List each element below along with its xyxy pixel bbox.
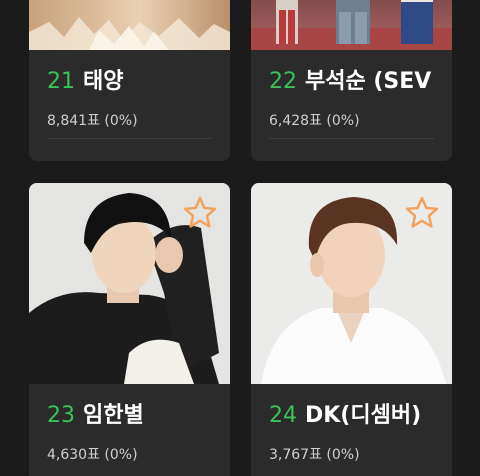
candidate-photo xyxy=(251,183,452,384)
candidate-photo xyxy=(251,0,452,50)
vote-count: 4,630표 (0%) xyxy=(47,447,138,463)
vote-count: 3,767표 (0%) xyxy=(269,447,360,463)
candidate-title: 21 태양 xyxy=(47,68,222,96)
candidate-card-24[interactable]: 24 DK(디셈버) 3,767표 (0%) xyxy=(251,183,452,476)
candidate-name: 부석순 (SEV xyxy=(305,69,432,94)
candidate-name: DK(디셈버) xyxy=(305,403,422,428)
rank-number: 21 xyxy=(47,69,75,94)
candidate-name: 태양 xyxy=(83,69,124,94)
photo-illustration xyxy=(251,0,452,50)
rank-number: 22 xyxy=(269,69,297,94)
rank-number: 23 xyxy=(47,403,75,428)
vote-ranking-grid: 21 태양 8,841표 (0%) 22 부석순 (SEV 6,428표 (0%… xyxy=(0,0,480,476)
candidate-title: 22 부석순 (SEV xyxy=(269,68,444,96)
star-outline-icon[interactable] xyxy=(182,195,218,231)
candidate-info: 22 부석순 (SEV 6,428표 (0%) xyxy=(251,50,452,161)
candidate-photo xyxy=(29,183,230,384)
candidate-title: 23 임한별 xyxy=(47,402,222,430)
candidate-photo xyxy=(29,0,230,50)
candidate-info: 21 태양 8,841표 (0%) xyxy=(29,50,230,161)
candidate-title: 24 DK(디셈버) xyxy=(269,402,444,430)
rank-number: 24 xyxy=(269,403,297,428)
star-outline-icon[interactable] xyxy=(404,195,440,231)
candidate-card-21[interactable]: 21 태양 8,841표 (0%) xyxy=(29,0,230,161)
vote-count: 6,428표 (0%) xyxy=(269,113,360,129)
photo-illustration xyxy=(29,17,230,50)
candidate-info: 23 임한별 4,630표 (0%) xyxy=(29,384,230,476)
candidate-card-22[interactable]: 22 부석순 (SEV 6,428표 (0%) xyxy=(251,0,452,161)
candidate-info: 24 DK(디셈버) 3,767표 (0%) xyxy=(251,384,452,476)
candidate-name: 임한별 xyxy=(83,403,144,428)
vote-count: 8,841표 (0%) xyxy=(47,113,138,129)
candidate-card-23[interactable]: 23 임한별 4,630표 (0%) xyxy=(29,183,230,476)
divider xyxy=(269,138,434,139)
divider xyxy=(47,138,212,139)
